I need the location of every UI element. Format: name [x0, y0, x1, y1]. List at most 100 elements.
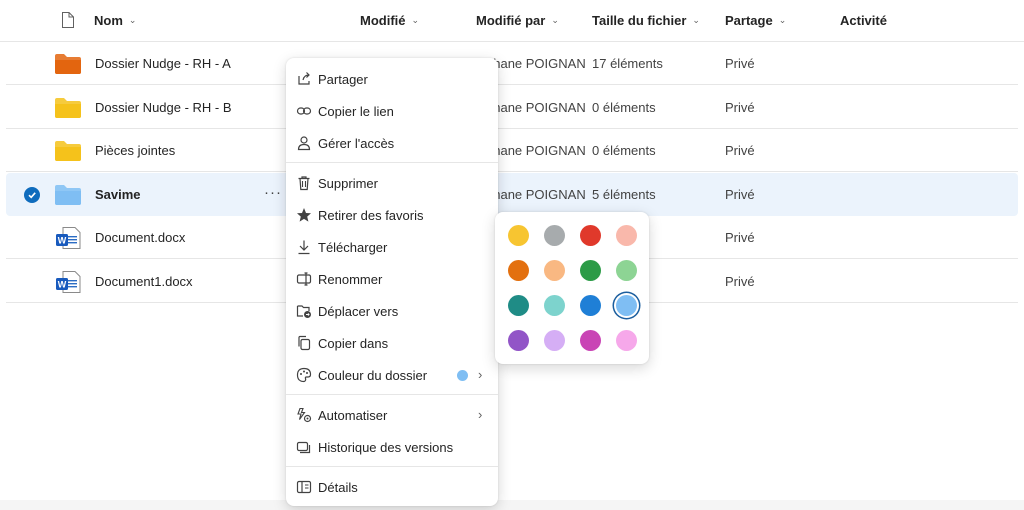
file-name[interactable]: Pièces jointes	[95, 143, 175, 158]
menu-item-automatiser[interactable]: Automatiser ›	[286, 400, 498, 430]
menu-divider	[286, 394, 498, 395]
table-row[interactable]: Savime ··· ohane POIGNANT 5 éléments Privé	[6, 173, 1018, 216]
sharing-cell: Privé	[725, 230, 755, 245]
menu-item-label: Supprimer	[318, 176, 378, 191]
menu-item-label: Détails	[318, 480, 358, 495]
share-icon	[298, 72, 310, 85]
menu-item-supprimer[interactable]: Supprimer	[286, 168, 498, 198]
menu-item-renommer[interactable]: Renommer	[286, 264, 498, 294]
file-type-icon[interactable]	[61, 12, 74, 28]
file-name[interactable]: Document1.docx	[95, 274, 193, 289]
folder-icon	[55, 185, 81, 205]
color-swatch[interactable]	[508, 260, 529, 281]
color-swatch[interactable]	[508, 295, 529, 316]
current-color-indicator	[457, 370, 468, 381]
menu-item-label: Copier le lien	[318, 104, 394, 119]
sharing-cell: Privé	[725, 100, 755, 115]
menu-item-copier-le-lien[interactable]: Copier le lien	[286, 96, 498, 126]
palette-icon	[296, 367, 312, 383]
folder-icon	[55, 141, 81, 161]
file-name[interactable]: Dossier Nudge - RH - A	[95, 56, 231, 71]
chevron-down-icon: ⌄	[551, 15, 559, 25]
menu-item-label: Retirer des favoris	[318, 208, 424, 223]
menu-item-label: Gérer l'accès	[318, 136, 395, 151]
color-swatch[interactable]	[544, 330, 565, 351]
menu-item-label: Renommer	[318, 272, 383, 287]
automate-icon	[297, 407, 312, 423]
color-swatch[interactable]	[580, 260, 601, 281]
color-swatch[interactable]	[580, 225, 601, 246]
details-icon	[296, 480, 312, 494]
color-swatch[interactable]	[616, 330, 637, 351]
modified-by-cell: ohane POIGNANT	[486, 187, 586, 202]
menu-item-historique-des-versions[interactable]: Historique des versions	[286, 432, 498, 462]
sharing-cell: Privé	[725, 56, 755, 71]
menu-divider	[286, 162, 498, 163]
menu-item-copier-dans[interactable]: Copier dans	[286, 328, 498, 358]
file-size-cell: 0 éléments	[592, 100, 656, 115]
person-icon	[297, 136, 311, 151]
color-swatch[interactable]	[508, 330, 529, 351]
menu-item-label: Historique des versions	[318, 440, 454, 455]
color-swatch[interactable]	[508, 225, 529, 246]
menu-item-details[interactable]: Détails	[286, 472, 498, 502]
menu-item-deplacer-vers[interactable]: Déplacer vers	[286, 296, 498, 326]
context-menu: Partager Copier le lien Gérer l'accès Suppr…	[286, 58, 498, 506]
column-header-sharing[interactable]: Partage ⌄	[725, 13, 786, 28]
chevron-down-icon: ⌄	[128, 15, 137, 25]
column-header-name[interactable]: Nom ⌄	[94, 13, 136, 28]
more-options-icon[interactable]: ···	[264, 184, 282, 201]
sharing-cell: Privé	[725, 274, 755, 289]
download-icon	[298, 240, 310, 255]
column-header-row: Nom ⌄ Modifié ⌄ Modifié par ⌄ Taille du fic…	[0, 0, 1024, 42]
file-size-cell: 0 éléments	[592, 143, 656, 158]
word-doc-icon: W	[56, 227, 81, 249]
copy-icon	[298, 335, 311, 351]
move-folder-icon	[296, 305, 311, 318]
modified-by-cell: ohane POIGNANT	[486, 143, 586, 158]
menu-item-couleur-du-dossier[interactable]: Couleur du dossier ›	[286, 360, 498, 390]
color-swatch[interactable]	[544, 295, 565, 316]
menu-divider	[286, 466, 498, 467]
file-name[interactable]: Savime	[95, 187, 141, 202]
rename-icon	[296, 272, 312, 286]
table-row[interactable]: Pièces jointes ohane POIGNANT 0 éléments Pr…	[6, 129, 1018, 172]
color-swatch[interactable]	[616, 295, 637, 316]
color-swatch[interactable]	[544, 225, 565, 246]
menu-item-label: Déplacer vers	[318, 304, 399, 319]
menu-item-label: Copier dans	[318, 336, 389, 351]
menu-item-gerer-l-acces[interactable]: Gérer l'accès	[286, 128, 498, 158]
star-icon	[297, 208, 311, 222]
modified-by-cell: ohane POIGNANT	[486, 56, 586, 71]
table-row[interactable]: Dossier Nudge - RH - A ohane POIGNANT 17 é…	[6, 42, 1018, 85]
menu-item-partager[interactable]: Partager	[286, 64, 498, 94]
checkmark-icon[interactable]	[24, 187, 40, 203]
chevron-right-icon: ›	[478, 407, 483, 422]
svg-text:W: W	[58, 280, 67, 290]
column-header-modified[interactable]: Modifié ⌄	[360, 13, 419, 28]
color-swatch[interactable]	[616, 260, 637, 281]
file-size-cell: 17 éléments	[592, 56, 663, 71]
color-swatch[interactable]	[616, 225, 637, 246]
color-swatch[interactable]	[580, 330, 601, 351]
word-doc-icon: W	[56, 271, 81, 293]
menu-item-label: Automatiser	[318, 408, 388, 423]
column-header-activity[interactable]: Activité	[840, 13, 887, 28]
color-swatch[interactable]	[544, 260, 565, 281]
chevron-down-icon: ⌄	[692, 15, 700, 25]
menu-item-label: Télécharger	[318, 240, 388, 255]
color-swatch[interactable]	[580, 295, 601, 316]
sharing-cell: Privé	[725, 143, 755, 158]
table-row[interactable]: Dossier Nudge - RH - B ohane POIGNANT 0 él…	[6, 86, 1018, 129]
column-header-modified-by[interactable]: Modifié par ⌄	[476, 13, 559, 28]
sharing-cell: Privé	[725, 187, 755, 202]
file-name[interactable]: Dossier Nudge - RH - B	[95, 100, 232, 115]
trash-icon	[298, 176, 310, 191]
file-name[interactable]: Document.docx	[95, 230, 185, 245]
menu-item-telecharger[interactable]: Télécharger	[286, 232, 498, 262]
chevron-right-icon: ›	[478, 367, 483, 382]
column-header-file-size[interactable]: Taille du fichier ⌄	[592, 13, 700, 28]
menu-item-retirer-des-favoris[interactable]: Retirer des favoris	[286, 200, 498, 230]
folder-color-picker	[495, 212, 649, 364]
history-icon	[296, 441, 311, 454]
